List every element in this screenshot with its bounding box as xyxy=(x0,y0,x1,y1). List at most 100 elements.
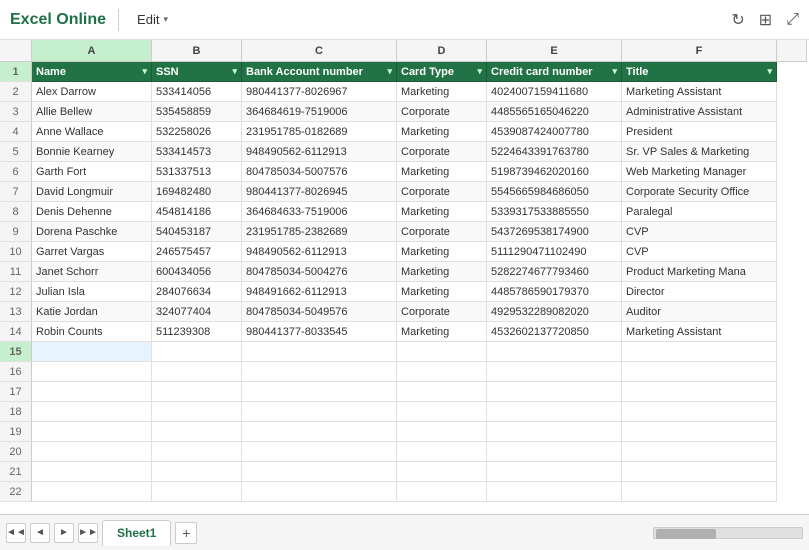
cell-7-B[interactable]: 169482480 xyxy=(152,182,242,202)
empty-cell-18[interactable] xyxy=(622,402,777,422)
cell-12-A[interactable]: Julian Isla xyxy=(32,282,152,302)
cell-9-D[interactable]: Corporate xyxy=(397,222,487,242)
cell-3-D[interactable]: Corporate xyxy=(397,102,487,122)
empty-cell-22[interactable] xyxy=(32,482,152,502)
cell-4-E[interactable]: 4539087424007780 xyxy=(487,122,622,142)
cell-8-E[interactable]: 5339317533885550 xyxy=(487,202,622,222)
cell-5-C[interactable]: 948490562-6112913 xyxy=(242,142,397,162)
empty-cell-21[interactable] xyxy=(32,462,152,482)
empty-cell-22[interactable] xyxy=(487,482,622,502)
empty-cell-18[interactable] xyxy=(242,402,397,422)
filter-icon-ccnum[interactable]: ▾ xyxy=(612,66,617,77)
empty-cell-19[interactable] xyxy=(152,422,242,442)
cell-9-C[interactable]: 231951785-2382689 xyxy=(242,222,397,242)
cell-8-F[interactable]: Paralegal xyxy=(622,202,777,222)
add-sheet-btn[interactable]: + xyxy=(175,522,197,544)
empty-cell-19[interactable] xyxy=(32,422,152,442)
cell-12-E[interactable]: 4485786590179370 xyxy=(487,282,622,302)
cell-10-D[interactable]: Marketing xyxy=(397,242,487,262)
cell-7-C[interactable]: 980441377-8026945 xyxy=(242,182,397,202)
cell-4-B[interactable]: 532258026 xyxy=(152,122,242,142)
cell-8-D[interactable]: Marketing xyxy=(397,202,487,222)
cell-8-B[interactable]: 454814186 xyxy=(152,202,242,222)
cell-6-C[interactable]: 804785034-5007576 xyxy=(242,162,397,182)
header-cell-bank[interactable]: Bank Account number ▾ xyxy=(242,62,397,82)
cell-3-F[interactable]: Administrative Assistant xyxy=(622,102,777,122)
cell-6-B[interactable]: 531337513 xyxy=(152,162,242,182)
cell-6-E[interactable]: 5198739462020160 xyxy=(487,162,622,182)
cell-2-C[interactable]: 980441377-8026967 xyxy=(242,82,397,102)
cell-2-D[interactable]: Marketing xyxy=(397,82,487,102)
nav-last-btn[interactable]: ►► xyxy=(78,523,98,543)
edit-menu[interactable]: Edit ▾ xyxy=(131,8,174,31)
cell-12-C[interactable]: 948491662-6112913 xyxy=(242,282,397,302)
grid-icon[interactable]: ⊞ xyxy=(759,10,772,30)
empty-cell-20[interactable] xyxy=(242,442,397,462)
cell-6-F[interactable]: Web Marketing Manager xyxy=(622,162,777,182)
empty-cell-17[interactable] xyxy=(152,382,242,402)
empty-cell-21[interactable] xyxy=(397,462,487,482)
cell-2-F[interactable]: Marketing Assistant xyxy=(622,82,777,102)
empty-cell-21[interactable] xyxy=(487,462,622,482)
cell-10-A[interactable]: Garret Vargas xyxy=(32,242,152,262)
cell-7-A[interactable]: David Longmuir xyxy=(32,182,152,202)
horizontal-scrollbar[interactable] xyxy=(653,527,803,539)
empty-cell-20[interactable] xyxy=(397,442,487,462)
col-header-d[interactable]: D xyxy=(397,40,487,62)
cell-9-E[interactable]: 5437269538174900 xyxy=(487,222,622,242)
cell-13-E[interactable]: 4929532289082020 xyxy=(487,302,622,322)
cell-6-A[interactable]: Garth Fort xyxy=(32,162,152,182)
cell-5-A[interactable]: Bonnie Kearney xyxy=(32,142,152,162)
cell-11-C[interactable]: 804785034-5004276 xyxy=(242,262,397,282)
empty-cell-17[interactable] xyxy=(487,382,622,402)
cell-10-B[interactable]: 246575457 xyxy=(152,242,242,262)
cell-5-D[interactable]: Corporate xyxy=(397,142,487,162)
cell-2-E[interactable]: 4024007159411680 xyxy=(487,82,622,102)
cell-11-B[interactable]: 600434056 xyxy=(152,262,242,282)
empty-cell-16[interactable] xyxy=(152,362,242,382)
cell-10-F[interactable]: CVP xyxy=(622,242,777,262)
empty-cell-19[interactable] xyxy=(487,422,622,442)
empty-cell-16[interactable] xyxy=(32,362,152,382)
cell-11-A[interactable]: Janet Schorr xyxy=(32,262,152,282)
cell-6-D[interactable]: Marketing xyxy=(397,162,487,182)
cell-4-F[interactable]: President xyxy=(622,122,777,142)
refresh-icon[interactable]: ↻ xyxy=(731,10,744,30)
sheet-tab-sheet1[interactable]: Sheet1 xyxy=(102,520,171,546)
empty-cell-17[interactable] xyxy=(397,382,487,402)
empty-cell-18[interactable] xyxy=(32,402,152,422)
empty-cell-17[interactable] xyxy=(622,382,777,402)
cell-8-C[interactable]: 364684633-7519006 xyxy=(242,202,397,222)
cell-11-E[interactable]: 5282274677793460 xyxy=(487,262,622,282)
cell-9-A[interactable]: Dorena Paschke xyxy=(32,222,152,242)
empty-cell-22[interactable] xyxy=(622,482,777,502)
empty-cell-18[interactable] xyxy=(152,402,242,422)
cell-7-F[interactable]: Corporate Security Office xyxy=(622,182,777,202)
nav-prev-btn[interactable]: ◄ xyxy=(30,523,50,543)
empty-cell-15[interactable] xyxy=(242,342,397,362)
cell-14-D[interactable]: Marketing xyxy=(397,322,487,342)
empty-cell-19[interactable] xyxy=(397,422,487,442)
empty-cell-20[interactable] xyxy=(622,442,777,462)
header-cell-cardtype[interactable]: Card Type ▾ xyxy=(397,62,487,82)
cell-10-E[interactable]: 5111290471102490 xyxy=(487,242,622,262)
cell-9-B[interactable]: 540453187 xyxy=(152,222,242,242)
empty-cell-17[interactable] xyxy=(242,382,397,402)
header-cell-title[interactable]: Title ▾ xyxy=(622,62,777,82)
empty-cell-22[interactable] xyxy=(397,482,487,502)
scroll-thumb[interactable] xyxy=(656,529,716,539)
empty-cell-18[interactable] xyxy=(397,402,487,422)
cell-3-C[interactable]: 364684619-7519006 xyxy=(242,102,397,122)
cell-3-E[interactable]: 4485565165046220 xyxy=(487,102,622,122)
cell-5-B[interactable]: 533414573 xyxy=(152,142,242,162)
empty-cell-15[interactable] xyxy=(397,342,487,362)
filter-icon-name[interactable]: ▾ xyxy=(142,66,147,77)
empty-cell-19[interactable] xyxy=(242,422,397,442)
expand-icon[interactable]: ⤢ xyxy=(786,11,799,29)
header-cell-ccnum[interactable]: Credit card number ▾ xyxy=(487,62,622,82)
empty-cell-17[interactable] xyxy=(32,382,152,402)
cell-9-F[interactable]: CVP xyxy=(622,222,777,242)
cell-14-E[interactable]: 4532602137720850 xyxy=(487,322,622,342)
cell-3-B[interactable]: 535458859 xyxy=(152,102,242,122)
cell-5-E[interactable]: 5224643391763780 xyxy=(487,142,622,162)
